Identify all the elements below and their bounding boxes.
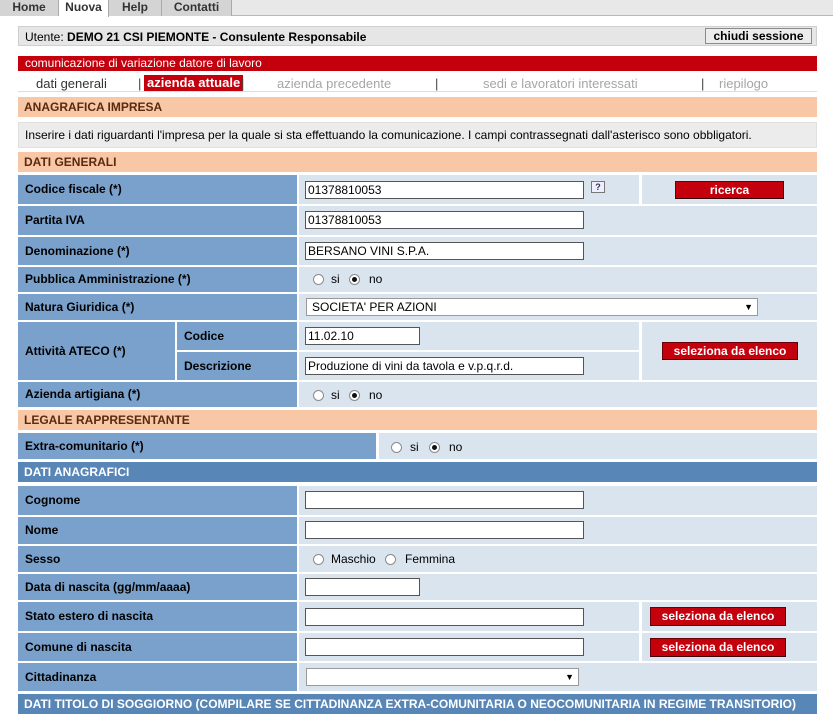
step-separator: |	[241, 76, 245, 91]
step-azienda-precedente: azienda precedente	[277, 76, 392, 91]
stato-seleziona-button[interactable]: seleziona da elenco	[650, 607, 786, 626]
chevron-down-icon: ▼	[565, 672, 574, 682]
codice-fiscale-label: Codice fiscale (*)	[18, 175, 297, 204]
ateco-label: Attività ATECO (*)	[18, 322, 175, 380]
natura-giuridica-select[interactable]: SOCIETA' PER AZIONI ▼	[306, 298, 758, 316]
stato-estero-input[interactable]	[305, 608, 584, 626]
denominazione-label: Denominazione (*)	[18, 237, 297, 265]
section-dati-generali: DATI GENERALI	[18, 152, 817, 172]
step-dati-generali[interactable]: dati generali	[36, 76, 107, 91]
partita-iva-label: Partita IVA	[18, 206, 297, 235]
comune-nascita-label: Comune di nascita	[18, 633, 297, 661]
sesso-cell	[299, 546, 817, 572]
denominazione-input[interactable]: BERSANO VINI S.P.A.	[305, 242, 584, 260]
info-text: Inserire i dati riguardanti l'impresa pe…	[18, 122, 817, 148]
extra-si-label: si	[410, 440, 419, 454]
tab-home[interactable]: Home	[0, 0, 59, 16]
femmina-label: Femmina	[405, 552, 456, 566]
step-azienda-attuale[interactable]: azienda attuale	[144, 75, 244, 91]
maschio-label: Maschio	[331, 552, 376, 566]
data-nascita-label: Data di nascita (gg/mm/aaaa)	[18, 574, 297, 600]
codice-fiscale-input[interactable]: 01378810053	[305, 181, 584, 199]
extra-comunitario-cell	[379, 433, 817, 459]
section-titolo-soggiorno: DATI TITOLO DI SOGGIORNO (COMPILARE SE C…	[18, 694, 817, 714]
femmina-radio[interactable]	[385, 554, 396, 565]
help-icon[interactable]: ?	[591, 181, 605, 193]
ateco-seleziona-button[interactable]: seleziona da elenco	[662, 342, 798, 360]
pubblica-amministrazione-label: Pubblica Amministrazione (*)	[18, 267, 297, 292]
azienda-artigiana-label: Azienda artigiana (*)	[18, 382, 297, 407]
user-name: DEMO 21 CSI PIEMONTE - Consulente Respon…	[67, 30, 367, 44]
tab-contatti[interactable]: Contatti	[162, 0, 232, 16]
extra-si-radio[interactable]	[391, 442, 402, 453]
section-legale-rappresentante: LEGALE RAPPRESENTANTE	[18, 410, 817, 430]
section-anagrafica-impresa: ANAGRAFICA IMPRESA	[18, 97, 817, 117]
extra-no-radio[interactable]	[429, 442, 440, 453]
pa-si-radio[interactable]	[313, 274, 324, 285]
artigiana-no-radio[interactable]	[349, 390, 360, 401]
ateco-codice-input[interactable]: 11.02.10	[305, 327, 420, 345]
natura-giuridica-value: SOCIETA' PER AZIONI	[312, 300, 437, 314]
ricerca-button[interactable]: ricerca	[675, 181, 784, 199]
wizard-steps: dati generali | azienda attuale | aziend…	[18, 74, 817, 92]
maschio-radio[interactable]	[313, 554, 324, 565]
ateco-descrizione-input[interactable]: Produzione di vini da tavola e v.p.q.r.d…	[305, 357, 584, 375]
page-title: comunicazione di variazione datore di la…	[18, 56, 817, 71]
nome-input[interactable]	[305, 521, 584, 539]
step-separator: |	[701, 76, 705, 91]
pa-no-label: no	[369, 272, 383, 286]
partita-iva-input[interactable]: 01378810053	[305, 211, 584, 229]
step-separator: |	[138, 76, 142, 91]
top-nav: Home Nuova Help Contatti	[0, 0, 833, 17]
ateco-codice-label: Codice	[177, 322, 297, 350]
tab-help[interactable]: Help	[109, 0, 162, 16]
section-dati-anagrafici: DATI ANAGRAFICI	[18, 462, 817, 482]
cognome-input[interactable]	[305, 491, 584, 509]
comune-seleziona-button[interactable]: seleziona da elenco	[650, 638, 786, 657]
ateco-descrizione-label: Descrizione	[177, 352, 297, 380]
data-nascita-input[interactable]	[305, 578, 420, 596]
artigiana-si-radio[interactable]	[313, 390, 324, 401]
step-riepilogo: riepilogo	[719, 76, 769, 91]
artigiana-si-label: si	[331, 388, 340, 402]
user-info: Utente: DEMO 21 CSI PIEMONTE - Consulent…	[25, 30, 366, 44]
extra-comunitario-label: Extra-comunitario (*)	[18, 433, 376, 459]
stato-estero-label: Stato estero di nascita	[18, 602, 297, 631]
cittadinanza-select[interactable]: ▼	[306, 668, 579, 686]
cittadinanza-label: Cittadinanza	[18, 663, 297, 691]
extra-no-label: no	[449, 440, 463, 454]
user-label: Utente:	[25, 30, 64, 44]
logout-button[interactable]: chiudi sessione	[705, 28, 812, 44]
natura-giuridica-label: Natura Giuridica (*)	[18, 294, 297, 320]
pa-si-label: si	[331, 272, 340, 286]
tab-nuova[interactable]: Nuova	[59, 0, 109, 17]
step-sedi-lavoratori: sedi e lavoratori interessati	[483, 76, 638, 91]
cognome-label: Cognome	[18, 486, 297, 515]
sesso-label: Sesso	[18, 546, 297, 572]
step-separator: |	[435, 76, 439, 91]
nome-label: Nome	[18, 517, 297, 544]
artigiana-no-label: no	[369, 388, 383, 402]
pa-no-radio[interactable]	[349, 274, 360, 285]
user-bar: Utente: DEMO 21 CSI PIEMONTE - Consulent…	[18, 26, 817, 46]
chevron-down-icon: ▼	[744, 302, 753, 312]
comune-nascita-input[interactable]	[305, 638, 584, 656]
